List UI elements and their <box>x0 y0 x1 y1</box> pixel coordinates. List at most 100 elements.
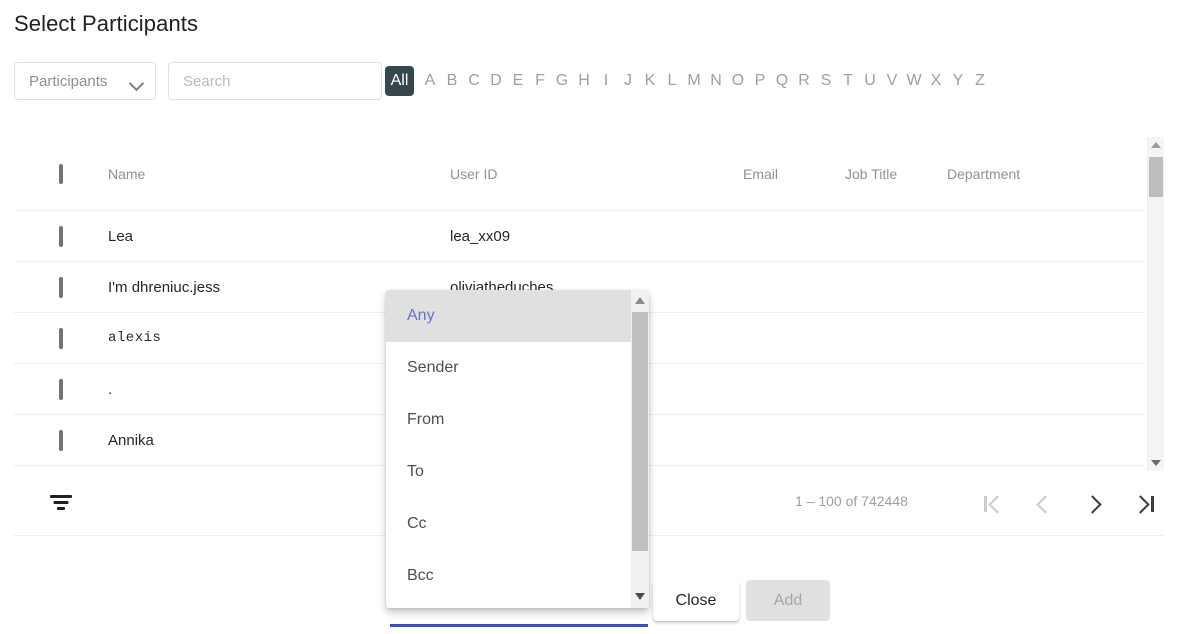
dropdown-option-list: Any Sender From To Cc Bcc <box>386 290 631 608</box>
dropdown-option-to[interactable]: To <box>386 446 631 498</box>
column-header-job-title[interactable]: Job Title <box>841 137 943 211</box>
cell-department <box>943 261 1144 313</box>
alpha-filter-w[interactable]: W <box>903 66 925 96</box>
alpha-filter-y[interactable]: Y <box>947 66 969 96</box>
alpha-filter-f[interactable]: F <box>529 66 551 96</box>
alpha-filter-s[interactable]: S <box>815 66 837 96</box>
cell-job-title <box>841 414 943 466</box>
cell-email <box>739 363 841 415</box>
alpha-filter-q[interactable]: Q <box>771 66 793 96</box>
alpha-filter-z[interactable]: Z <box>969 66 991 96</box>
cell-job-title <box>841 312 943 364</box>
alpha-filter-c[interactable]: C <box>463 66 485 96</box>
row-checkbox[interactable] <box>59 429 63 451</box>
page-title: Select Participants <box>14 11 199 36</box>
focused-field-underline <box>390 624 648 627</box>
table-row[interactable]: Lea lea_xx09 <box>14 210 1144 262</box>
row-select-cell <box>14 210 104 262</box>
cell-name: Lea <box>104 210 446 262</box>
entity-type-select[interactable]: Participants <box>14 62 156 100</box>
column-header-email-label: Email <box>743 165 779 182</box>
add-button: Add <box>746 580 830 621</box>
cell-department <box>943 414 1144 466</box>
chevron-right-icon[interactable] <box>1069 483 1119 525</box>
alpha-filter-d[interactable]: D <box>485 66 507 96</box>
column-header-department-label: Department <box>947 165 1021 182</box>
cell-job-title <box>841 261 943 313</box>
pagination-controls <box>969 483 1169 525</box>
dropdown-option-sender[interactable]: Sender <box>386 342 631 394</box>
chevron-left-icon[interactable] <box>1019 483 1069 525</box>
dropdown-vertical-scrollbar[interactable] <box>631 290 649 608</box>
cell-name-text: Lea <box>108 227 134 245</box>
alpha-filter-o[interactable]: O <box>727 66 749 96</box>
alpha-filter-u[interactable]: U <box>859 66 881 96</box>
table-vertical-scrollbar[interactable] <box>1147 137 1164 471</box>
alpha-filter-h[interactable]: H <box>573 66 595 96</box>
row-checkbox[interactable] <box>59 378 63 400</box>
alpha-filter-t[interactable]: T <box>837 66 859 96</box>
cell-department <box>943 210 1144 262</box>
alpha-filter-r[interactable]: R <box>793 66 815 96</box>
alpha-filter-v[interactable]: V <box>881 66 903 96</box>
cell-email <box>739 312 841 364</box>
table-scrollbar-thumb[interactable] <box>1149 157 1163 197</box>
entity-type-select-value: Participants <box>29 73 108 90</box>
cell-job-title <box>841 210 943 262</box>
dropdown-option-from[interactable]: From <box>386 394 631 446</box>
alpha-filter-j[interactable]: J <box>617 66 639 96</box>
column-header-job-title-label: Job Title <box>845 165 898 182</box>
first-page-icon[interactable] <box>969 483 1019 525</box>
row-select-cell <box>14 261 104 313</box>
cell-department <box>943 312 1144 364</box>
select-all-checkbox[interactable] <box>59 163 63 184</box>
row-checkbox[interactable] <box>59 327 63 349</box>
cell-job-title <box>841 363 943 415</box>
cell-email <box>739 261 841 313</box>
alpha-filter-n[interactable]: N <box>705 66 727 96</box>
dropdown-option-cc[interactable]: Cc <box>386 498 631 550</box>
alpha-filter-all[interactable]: All <box>385 66 414 96</box>
row-select-cell <box>14 312 104 364</box>
cell-user-id-text: lea_xx09 <box>450 227 511 245</box>
column-header-name-label: Name <box>108 165 146 182</box>
alpha-filter-p[interactable]: P <box>749 66 771 96</box>
alpha-filter-e[interactable]: E <box>507 66 529 96</box>
cell-email <box>739 210 841 262</box>
scroll-arrow-up-icon[interactable] <box>631 290 649 312</box>
last-page-icon[interactable] <box>1119 483 1169 525</box>
filter-list-icon[interactable] <box>48 491 74 513</box>
column-header-user-id-label: User ID <box>450 165 498 182</box>
row-select-cell <box>14 363 104 415</box>
row-checkbox[interactable] <box>59 276 63 298</box>
alpha-filter-x[interactable]: X <box>925 66 947 96</box>
alpha-filter-m[interactable]: M <box>683 66 705 96</box>
alpha-filter-l[interactable]: L <box>661 66 683 96</box>
alpha-filter-k[interactable]: K <box>639 66 661 96</box>
dropdown-option-any[interactable]: Any <box>386 290 631 342</box>
dropdown-option-bcc[interactable]: Bcc <box>386 550 631 602</box>
chevron-down-icon <box>128 75 145 92</box>
alpha-filter-i[interactable]: I <box>595 66 617 96</box>
column-header-department[interactable]: Department <box>943 137 1144 211</box>
column-header-user-id[interactable]: User ID <box>446 137 739 211</box>
alpha-filter-g[interactable]: G <box>551 66 573 96</box>
search-input[interactable] <box>168 62 382 100</box>
scroll-arrow-down-icon[interactable] <box>631 586 649 608</box>
cell-department <box>943 363 1144 415</box>
scroll-arrow-down-icon[interactable] <box>1148 455 1164 471</box>
pagination-range-label: 1 – 100 of 742448 <box>795 493 908 509</box>
column-header-name[interactable]: Name <box>104 137 446 211</box>
alpha-filter-a[interactable]: A <box>419 66 441 96</box>
select-all-header <box>14 137 104 211</box>
column-header-email[interactable]: Email <box>739 137 841 211</box>
alpha-filter-b[interactable]: B <box>441 66 463 96</box>
alphabet-filter: All A B C D E F G H I J K L M N O P Q R … <box>385 60 991 102</box>
close-button[interactable]: Close <box>653 580 739 621</box>
cell-user-id: lea_xx09 <box>446 210 739 262</box>
field-type-dropdown[interactable]: Any Sender From To Cc Bcc <box>386 290 649 608</box>
row-checkbox[interactable] <box>59 225 63 247</box>
table-header-row: Name User ID Email Job Title Department <box>14 137 1144 211</box>
dropdown-scrollbar-thumb[interactable] <box>632 312 648 551</box>
scroll-arrow-up-icon[interactable] <box>1148 137 1164 153</box>
